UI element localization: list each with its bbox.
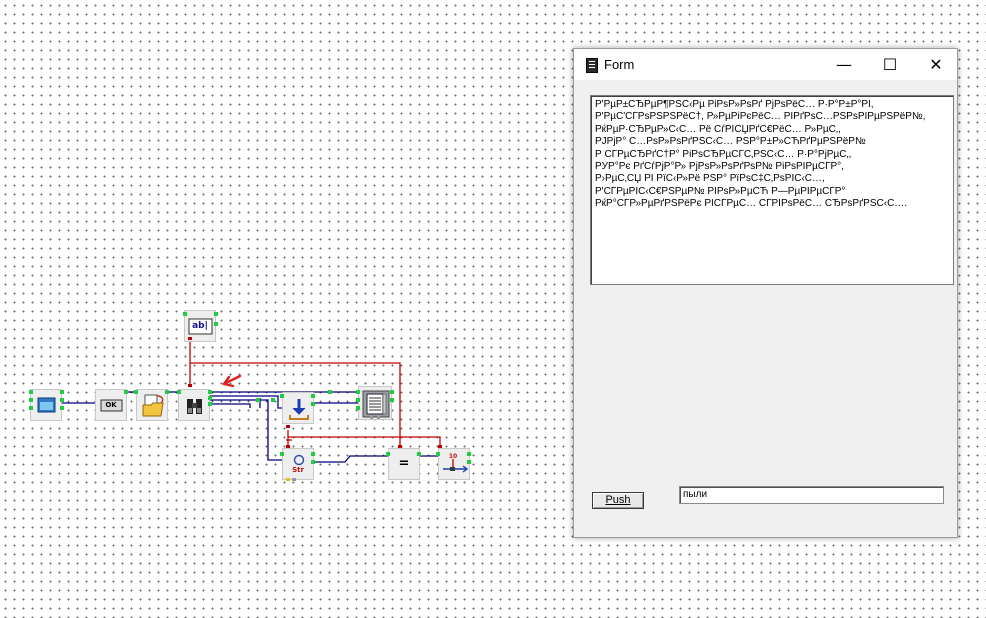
memo-line: РЈРјР° С…РѕР»РѕРґРЅС‹С… РЅР°Р±Р»СЋРґРµРЅ… [595,136,866,148]
maximize-button[interactable]: ☐ [867,49,913,80]
memo-text-area[interactable]: Р'РµР±СЂРµР¶РЅС‹Рµ РіРѕР»РѕРґ РјРѕРёС… Р… [590,95,954,285]
title-bar[interactable]: Form — ☐ ✕ [574,49,957,80]
form-window[interactable]: Form — ☐ ✕ Р'РµР±СЂРµР¶РЅС‹Рµ РіРѕР»РѕРґ… [573,48,958,538]
memo-line: РќР°СЃР»РµРґРЅРёРє РІСЃРµС… СЃРІРѕРёС… С… [595,198,908,210]
memo-line: РќРµР·СЂРµР»С‹С… Рё СѓРІСЏРґС€РёС… Р»РµС… [595,123,841,135]
push-button-label: Push [605,494,631,506]
memo-line: Р›РµС‚СЏ РІ РїС‹Р»Рё РЅР° РїРѕС‡С‚РѕРІС‹… [595,173,825,185]
memo-line: РЎР°Рє РґСѓРјР°Р» РјРѕР»РѕРґРѕР№ РіРѕРІР… [595,161,844,173]
memo-line: Р СЃРµСЂРґС†Р° РіРѕСЂРµСЃС‚РЅС‹С… Р·Р°Рј… [595,148,852,160]
memo-line: Р'РµР±СЂРµР¶РЅС‹Рµ РіРѕР»РѕРґ РјРѕРёС… Р… [595,99,874,110]
window-title: Form [604,57,635,72]
memo-line: Р'РµС'СЃРѕРЅРЅРёС†, Р»РµРіРєРёС… РІРґРѕС… [595,111,926,123]
form-app-icon [586,58,598,73]
push-button[interactable]: Push [592,492,644,509]
minimize-button[interactable]: — [821,49,867,80]
memo-line: Р'СЃРµРІС‹С€РЅРµР№ РІРѕР»РµСЋ Р—РµРІРµСЃ… [595,185,846,197]
text-edit-field[interactable]: пыли [679,486,944,504]
close-button[interactable]: ✕ [913,49,959,80]
